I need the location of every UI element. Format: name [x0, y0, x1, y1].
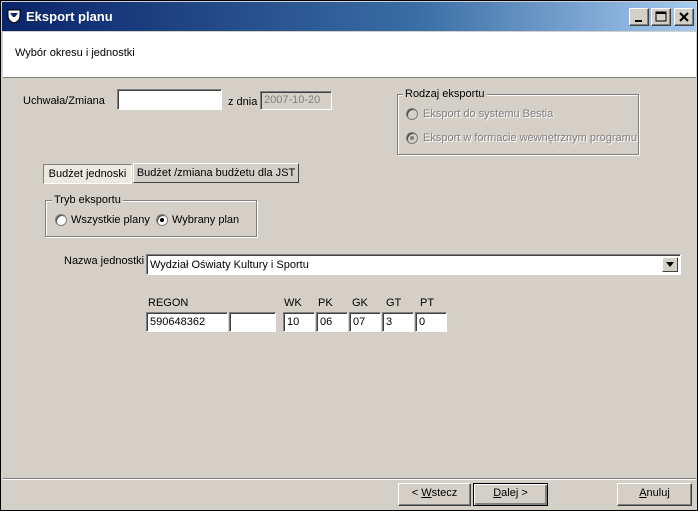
back-button-rest: stecz: [431, 487, 458, 499]
unit-select-dropdown-button[interactable]: [662, 257, 678, 272]
gk-label: GK: [352, 297, 368, 309]
export-mode-title: Tryb eksportu: [52, 194, 123, 206]
wizard-header: Wybór okresu i jednostki: [3, 32, 696, 78]
date-label: z dnia: [228, 96, 258, 108]
export-internal-label: Eksport w formacie wewnętrznym programu: [423, 132, 637, 144]
gk-input[interactable]: 07: [349, 312, 381, 332]
all-plans-label[interactable]: Wszystkie plany: [71, 214, 150, 226]
pk-label: PK: [318, 297, 333, 309]
resolution-input[interactable]: [117, 89, 222, 110]
cancel-button-mnemonic: A: [639, 487, 647, 499]
next-button[interactable]: Dalej >: [473, 483, 548, 506]
export-type-group: [397, 94, 639, 155]
pk-input[interactable]: 06: [316, 312, 348, 332]
chevron-down-icon: [666, 262, 674, 267]
next-button-rest: alej >: [501, 487, 528, 499]
unit-name-label: Nazwa jednostki: [64, 255, 145, 267]
maximize-button[interactable]: [651, 8, 671, 26]
gt-input[interactable]: 3: [382, 312, 414, 332]
minimize-button[interactable]: [629, 8, 649, 26]
tab-unit-budget[interactable]: Budżet jednoski: [43, 164, 132, 184]
app-shield-icon: [7, 9, 21, 24]
close-icon: [679, 12, 689, 22]
title-bar[interactable]: Eksport planu: [2, 2, 696, 31]
pt-label: PT: [420, 297, 435, 309]
tab-jst-budget[interactable]: Budżet /zmiana budżetu dla JST: [133, 163, 299, 183]
back-button[interactable]: < Wstecz: [398, 483, 471, 506]
wk-label: WK: [284, 297, 302, 309]
resolution-label: Uchwała/Zmiana: [23, 95, 105, 107]
selected-plan-radio[interactable]: [156, 214, 168, 226]
minimize-icon: [635, 20, 642, 22]
date-field: 2007-10-20: [260, 91, 332, 110]
cancel-button-rest: nuluj: [646, 487, 670, 499]
unit-select-value: Wydział Oświaty Kultury i Sportu: [150, 259, 309, 271]
cancel-button[interactable]: Anuluj: [617, 483, 692, 506]
export-internal-radio: [406, 132, 418, 144]
wizard-subtitle: Wybór okresu i jednostki: [15, 47, 135, 59]
back-button-mnemonic: W: [421, 487, 432, 499]
next-button-mnemonic: D: [493, 487, 502, 499]
export-bestia-radio: [406, 108, 418, 120]
gt-label: GT: [386, 297, 402, 309]
regon-input[interactable]: 590648362: [146, 312, 228, 332]
footer-separator: [3, 478, 696, 480]
regon-suffix-input[interactable]: [229, 312, 276, 332]
export-bestia-label: Eksport do systemu Bestia: [423, 108, 554, 120]
selected-plan-label[interactable]: Wybrany plan: [172, 214, 239, 226]
window-title: Eksport planu: [26, 9, 113, 24]
close-button[interactable]: [674, 8, 694, 26]
export-plan-window: Eksport planu Wybór okresu i jednostki U…: [0, 0, 698, 511]
pt-input[interactable]: 0: [415, 312, 447, 332]
unit-select[interactable]: Wydział Oświaty Kultury i Sportu: [146, 254, 681, 275]
back-button-prefix: <: [411, 487, 422, 499]
maximize-icon: [655, 11, 667, 22]
wk-input[interactable]: 10: [283, 312, 315, 332]
export-type-title: Rodzaj eksportu: [403, 88, 487, 100]
regon-label: REGON: [148, 297, 189, 309]
all-plans-radio[interactable]: [55, 214, 67, 226]
